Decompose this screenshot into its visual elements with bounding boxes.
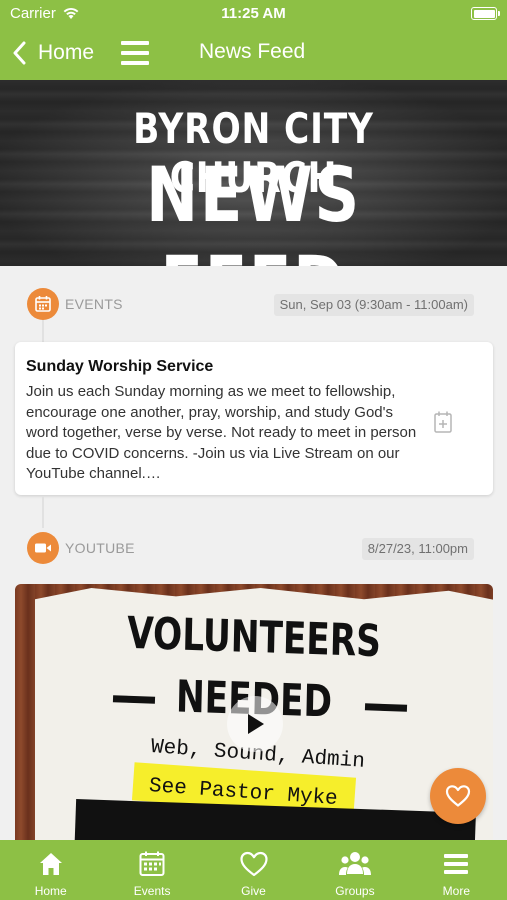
youtube-video-thumbnail[interactable]: VOLUNTEERS NEEDED Web, Sound, Admin See … xyxy=(15,584,493,840)
tab-give[interactable]: Give xyxy=(203,840,304,900)
back-label: Home xyxy=(38,41,95,64)
post-date-badge: Sun, Sep 03 (9:30am - 11:00am) xyxy=(273,294,474,316)
nav-bar: Home News Feed xyxy=(0,28,507,80)
add-to-calendar-icon[interactable] xyxy=(433,410,453,434)
thumbnail-dash xyxy=(364,703,408,712)
tab-label: Give xyxy=(241,884,266,898)
post-type-label: YOUTUBE xyxy=(65,540,135,556)
news-feed-banner: BYRON CITY CHURCH NEWS FEED xyxy=(0,80,507,266)
page-title: News Feed xyxy=(199,40,306,63)
tab-label: Groups xyxy=(335,884,375,898)
post-date-badge: 8/27/23, 11:00pm xyxy=(361,538,474,560)
groups-icon xyxy=(338,848,372,880)
post-type-label: EVENTS xyxy=(65,296,123,312)
heart-icon xyxy=(239,848,269,880)
tab-events[interactable]: Events xyxy=(101,840,202,900)
tab-label: Events xyxy=(133,884,171,898)
favorite-button[interactable] xyxy=(430,768,486,824)
tab-groups[interactable]: Groups xyxy=(304,840,405,900)
banner-heading: NEWS FEED xyxy=(146,150,361,266)
tab-bar: Home Events Give Groups More xyxy=(0,840,507,900)
menu-icon xyxy=(442,848,470,880)
timeline-connector xyxy=(42,496,44,528)
youtube-post-header: YOUTUBE 8/27/23, 11:00pm xyxy=(0,528,507,564)
calendar-icon xyxy=(27,288,59,320)
event-description: Join us each Sunday morning as we meet t… xyxy=(26,383,417,482)
heart-icon xyxy=(445,785,471,807)
status-bar: Carrier 11:25 AM xyxy=(0,0,507,28)
calendar-icon xyxy=(138,848,166,880)
hamburger-menu-icon[interactable] xyxy=(121,41,149,65)
event-title: Sunday Worship Service xyxy=(26,358,214,375)
tab-label: More xyxy=(442,884,470,898)
event-card[interactable]: Sunday Worship Service Join us each Sund… xyxy=(15,342,493,495)
play-icon[interactable] xyxy=(227,696,283,752)
feed-list[interactable]: EVENTS Sun, Sep 03 (9:30am - 11:00am) Su… xyxy=(0,266,507,840)
home-icon xyxy=(37,848,65,880)
chevron-left-icon xyxy=(13,41,26,65)
back-button[interactable]: Home xyxy=(12,38,94,68)
video-camera-icon xyxy=(27,532,59,564)
tab-home[interactable]: Home xyxy=(0,840,101,900)
tab-more[interactable]: More xyxy=(406,840,507,900)
status-time: 11:25 AM xyxy=(221,5,286,22)
tab-label: Home xyxy=(34,884,67,898)
event-post-header: EVENTS Sun, Sep 03 (9:30am - 11:00am) xyxy=(0,284,507,320)
battery-icon xyxy=(471,7,500,20)
